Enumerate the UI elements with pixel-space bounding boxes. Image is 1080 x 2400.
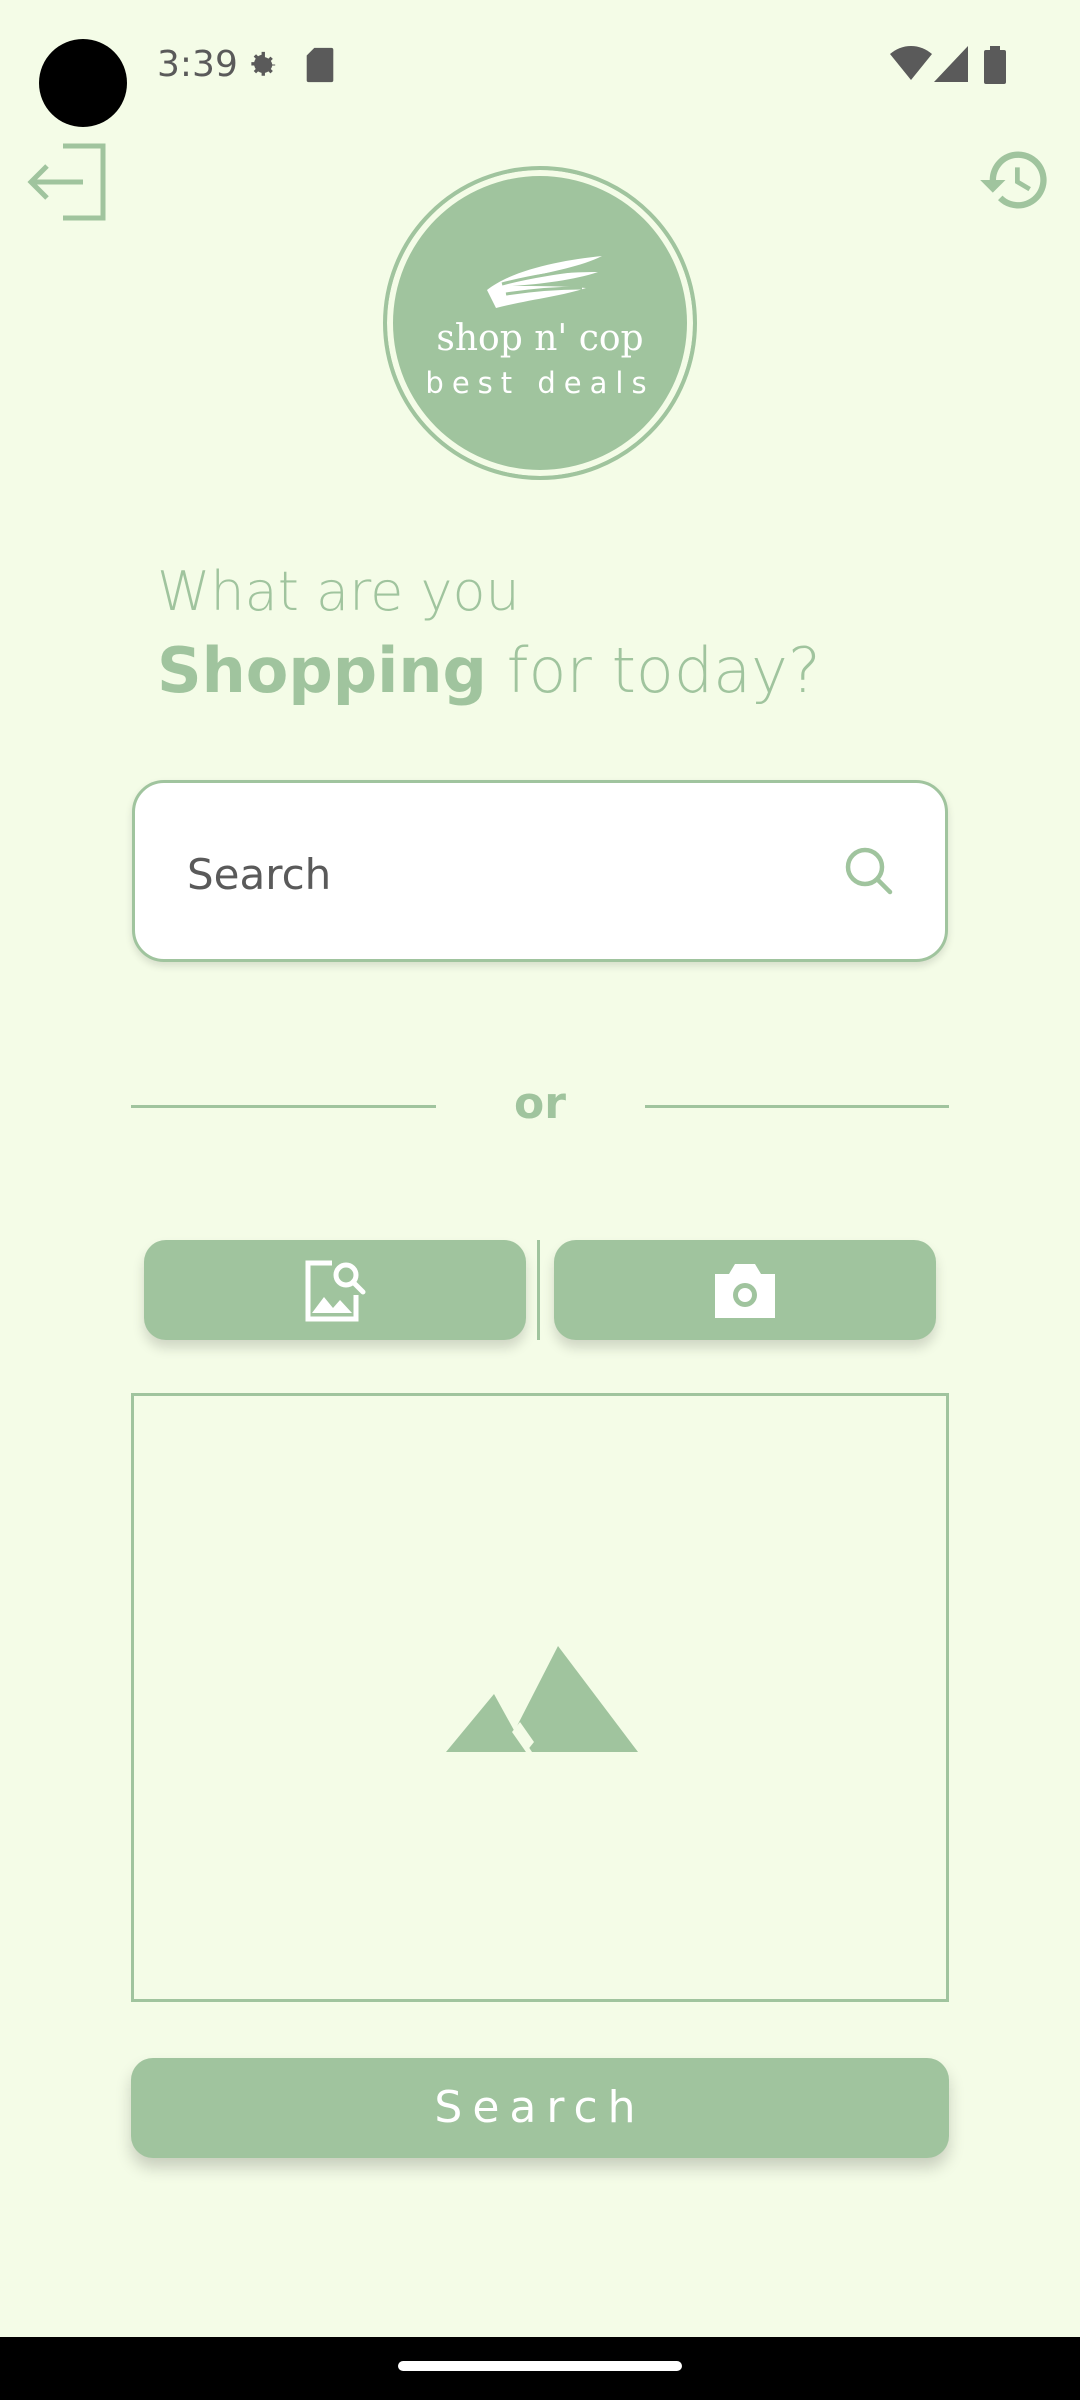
search-button[interactable]: Search [131, 2058, 949, 2158]
wifi-icon [890, 46, 932, 82]
headline-bold: Shopping [157, 634, 487, 707]
history-button[interactable] [965, 130, 1065, 230]
search-input[interactable] [185, 833, 829, 915]
mountain-placeholder-icon [446, 1646, 638, 1752]
camera-cutout [39, 39, 127, 127]
image-search-icon [305, 1260, 366, 1322]
divider-or-text: or [514, 1078, 566, 1129]
logo-text-primary: shop n' cop [436, 318, 644, 359]
divider-line-left [131, 1105, 436, 1108]
image-buttons-separator [537, 1240, 540, 1340]
status-time: 3:39 [157, 44, 238, 85]
sd-card-icon [304, 46, 336, 84]
battery-icon [984, 46, 1006, 84]
headline-rest: for today? [486, 634, 821, 707]
wing-logo-icon [487, 256, 602, 308]
cell-signal-icon [934, 46, 968, 82]
divider-line-right [645, 1105, 949, 1108]
logout-icon [27, 143, 106, 221]
search-box [132, 780, 948, 962]
image-preview [131, 1393, 949, 2002]
search-icon[interactable] [843, 845, 895, 902]
headline-line1: What are you [157, 560, 520, 623]
settings-gear-icon [243, 46, 281, 84]
camera-button[interactable] [554, 1240, 936, 1340]
home-gesture-handle[interactable] [398, 2361, 682, 2371]
gallery-pick-button[interactable] [144, 1240, 526, 1340]
logout-button[interactable] [15, 130, 115, 230]
app-logo: shop n' cop best deals [383, 166, 697, 480]
logo-text-secondary: best deals [425, 366, 655, 400]
camera-icon [715, 1264, 775, 1318]
history-icon [980, 151, 1047, 209]
headline-line2: Shopping for today? [157, 634, 821, 707]
